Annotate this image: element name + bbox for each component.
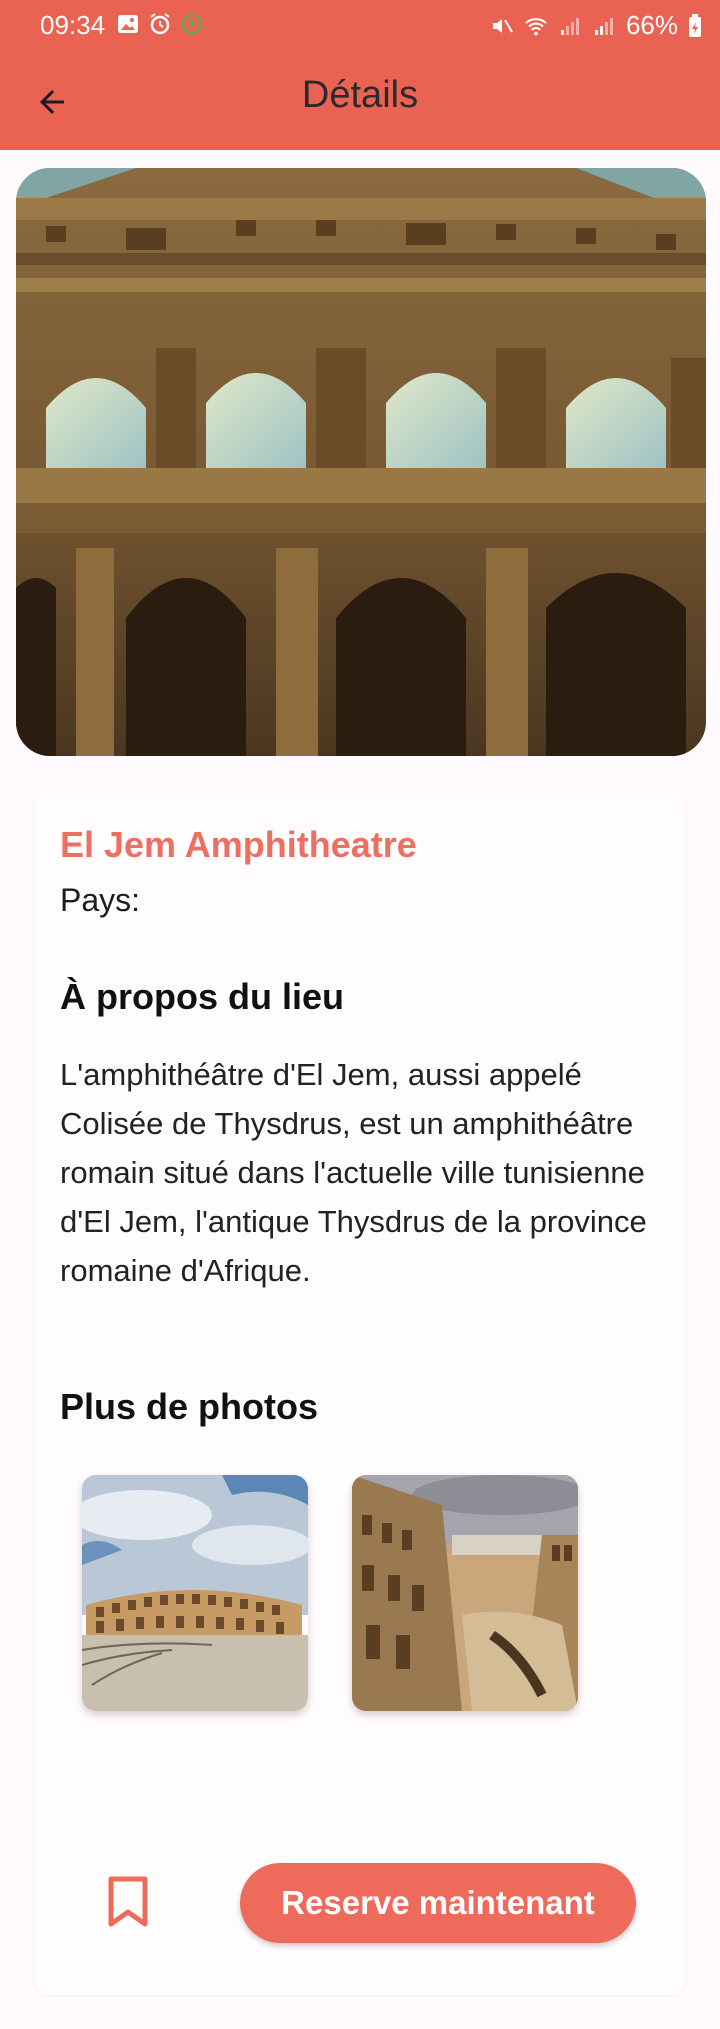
battery-icon	[689, 13, 701, 37]
hero-image	[16, 168, 706, 756]
bookmark-icon	[108, 1876, 148, 1927]
battery-percent: 66%	[625, 10, 678, 40]
gallery-icon	[118, 15, 138, 33]
photo-thumbnail-1[interactable]	[82, 1475, 308, 1711]
details-card: El Jem Amphitheatre Pays: À propos du li…	[34, 790, 686, 1995]
signal-icon-2	[594, 17, 613, 35]
colosseum-image	[16, 168, 706, 756]
place-name: El Jem Amphitheatre	[60, 824, 417, 865]
mute-icon	[492, 18, 513, 33]
about-text: L'amphithéâtre d'El Jem, aussi appelé Co…	[60, 1057, 647, 1288]
photos-heading: Plus de photos	[60, 1386, 319, 1427]
signal-icon	[560, 17, 579, 35]
wifi-icon	[525, 17, 547, 35]
photo-thumbnail-2[interactable]	[352, 1475, 578, 1711]
app-bar: Détails	[0, 52, 720, 150]
status-bar: 09:34 66%	[0, 0, 720, 52]
reserve-button[interactable]: Reserve maintenant	[240, 1863, 636, 1943]
status-time: 09:34	[40, 10, 106, 40]
amphitheatre-interior-image	[352, 1475, 578, 1711]
about-heading: À propos du lieu	[60, 976, 344, 1017]
status-notification-icons	[116, 12, 204, 36]
amphitheatre-exterior-image	[82, 1475, 308, 1711]
status-system-icons: 66%	[490, 10, 702, 41]
top-bar: 09:34 66% Détails	[0, 0, 720, 150]
bookmark-button[interactable]	[100, 1870, 156, 1934]
country-label: Pays:	[60, 882, 141, 918]
app-notification-icon	[181, 13, 203, 35]
page-title: Détails	[301, 74, 419, 116]
alarm-icon	[150, 13, 170, 35]
